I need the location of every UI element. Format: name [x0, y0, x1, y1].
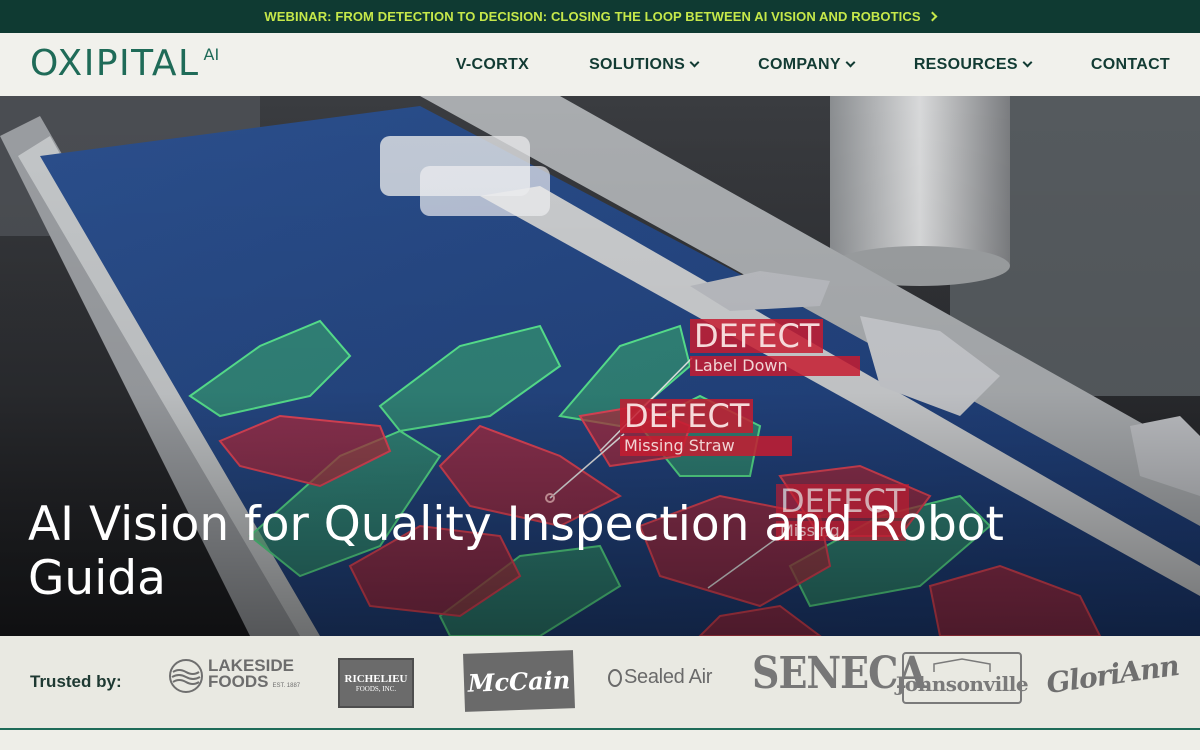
chevron-down-icon — [845, 57, 856, 68]
richelieu-name2: FOODS, INC. — [355, 685, 397, 693]
nav-solutions-label: SOLUTIONS — [589, 55, 686, 73]
site-header: OXIPITAL AI V-CORTX SOLUTIONS COMPANY RE… — [0, 33, 1200, 96]
oxipital-logo[interactable]: OXIPITAL AI — [30, 44, 219, 84]
nav-vcortx-label: V-CORTX — [455, 55, 530, 73]
defect-tag-label-down: DEFECT Label Down — [690, 319, 860, 376]
nav-contact-label: CONTACT — [1090, 55, 1170, 73]
richelieu-name: RICHELIEU — [344, 673, 408, 685]
defect-tag-reason: Label Down — [690, 356, 860, 376]
nav-company-label: COMPANY — [758, 55, 841, 73]
announcement-bar: WEBINAR: FROM DETECTION TO DECISION: CLO… — [0, 0, 1200, 33]
nav-resources-label: RESOURCES — [913, 55, 1018, 73]
hero-section: DEFECT Label Down DEFECT Missing Straw D… — [0, 96, 1200, 636]
richelieu-foods-logo: RICHELIEU FOODS, INC. — [338, 658, 414, 708]
defect-tag-missing-straw: DEFECT Missing Straw — [620, 399, 792, 456]
lakeside-note: EST. 1887 — [272, 683, 301, 689]
gloriann-logo: GloriAnn — [1044, 649, 1180, 700]
mccain-logo: McCain — [463, 650, 575, 712]
chevron-down-icon — [689, 57, 700, 68]
gloriann-name: GloriAnn — [1044, 648, 1181, 701]
nav-vcortx[interactable]: V-CORTX — [456, 56, 529, 74]
logo-wordmark: OXIPITAL — [30, 43, 200, 84]
mccain-name: McCain — [467, 664, 571, 698]
nav-company[interactable]: COMPANY — [758, 55, 856, 74]
logo-ai-suffix: AI — [203, 45, 220, 64]
lakeside-wave-icon — [169, 659, 203, 693]
sealed-air-logo: Sealed Air — [608, 666, 712, 689]
hero-title: AI Vision for Quality Inspection and Rob… — [28, 497, 1004, 606]
chevron-down-icon — [1022, 57, 1033, 68]
nav-solutions[interactable]: SOLUTIONS — [589, 55, 700, 74]
johnsonville-name: Johnsonville — [895, 672, 1029, 696]
webinar-link[interactable]: WEBINAR: FROM DETECTION TO DECISION: CLO… — [264, 9, 938, 24]
nav-contact[interactable]: CONTACT — [1091, 56, 1170, 74]
johnsonville-barn-icon — [933, 658, 991, 672]
page-bottom-strip — [0, 730, 1200, 750]
chevron-right-icon — [927, 11, 938, 22]
webinar-link-text: WEBINAR: FROM DETECTION TO DECISION: CLO… — [264, 9, 921, 24]
defect-tag-reason: Missing Straw — [620, 436, 792, 456]
trusted-by-label: Trusted by: — [30, 672, 122, 691]
lakeside-foods-logo: LAKESIDE FOODS EST. 1887 — [168, 657, 301, 694]
defect-tag-word: DEFECT — [690, 319, 824, 353]
lakeside-name2: FOODS — [208, 672, 269, 691]
main-nav: V-CORTX SOLUTIONS COMPANY RESOURCES CONT… — [456, 33, 1170, 96]
sealed-air-ring-icon — [608, 668, 622, 687]
sealed-air-name: Sealed Air — [624, 666, 713, 688]
trusted-by-bar: Trusted by: LAKESIDE FOODS EST. 1887 RIC… — [0, 636, 1200, 730]
johnsonville-logo: Johnsonville — [896, 652, 1029, 704]
nav-resources[interactable]: RESOURCES — [913, 55, 1033, 74]
defect-tag-word: DEFECT — [620, 399, 754, 433]
